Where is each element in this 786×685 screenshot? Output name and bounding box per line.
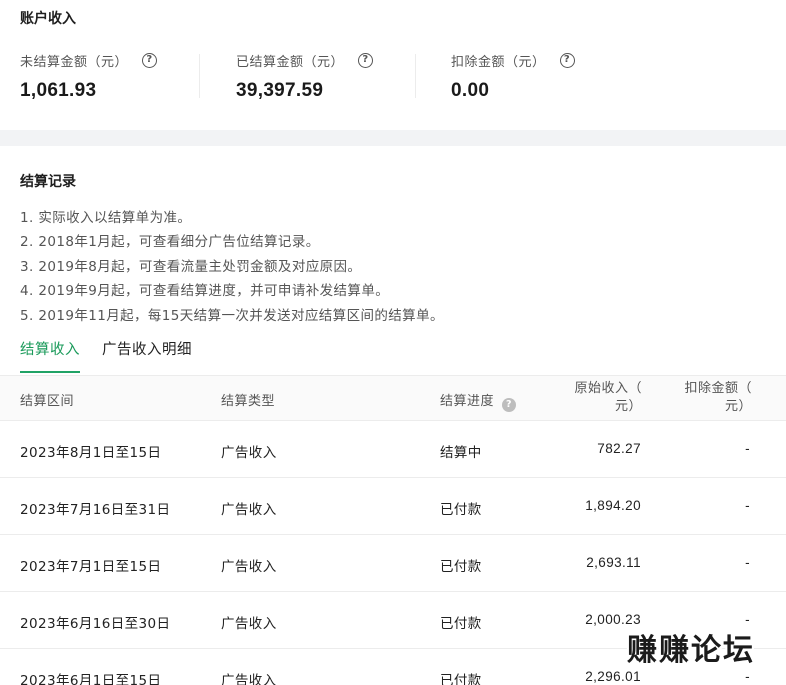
note-item: 4. 2019年9月起，可查看结算进度，并可申请补发结算单。: [20, 283, 390, 300]
cell-type: 广告收入: [221, 673, 277, 685]
cell-progress: 结算中: [440, 445, 482, 461]
cell-original-income: 782.27: [597, 441, 641, 456]
unsettled-amount-label: 未结算金额（元）: [20, 54, 129, 70]
unsettled-amount-value: 1,061.93: [20, 80, 97, 101]
forum-watermark: 赚赚论坛: [627, 633, 755, 668]
table-row: 2023年7月16日至31日 广告收入 已付款 1,894.20 -: [0, 477, 786, 534]
note-item: 2. 2018年1月起，可查看细分广告位结算记录。: [20, 234, 320, 251]
cell-progress: 已付款: [440, 559, 482, 575]
cell-deduction: -: [745, 669, 750, 684]
table-row: 2023年7月1日至15日 广告收入 已付款 2,693.11 -: [0, 534, 786, 591]
header-period[interactable]: 结算区间: [20, 390, 74, 409]
deducted-amount-value: 0.00: [451, 80, 490, 101]
cell-period: 2023年7月1日至15日: [20, 559, 162, 575]
help-icon[interactable]: ?: [358, 52, 374, 68]
cell-period: 2023年7月16日至31日: [20, 502, 171, 518]
cell-type: 广告收入: [221, 445, 277, 461]
cell-period: 2023年6月1日至15日: [20, 673, 162, 685]
cell-deduction: -: [745, 441, 750, 456]
deducted-amount-label: 扣除金额（元）: [451, 54, 546, 70]
table-row: 2023年8月1日至15日 广告收入 结算中 782.27 -: [0, 420, 786, 477]
settlement-records-card: 结算记录 1. 实际收入以结算单为准。 2. 2018年1月起，可查看细分广告位…: [0, 146, 786, 685]
header-progress-label: 结算进度: [440, 394, 495, 409]
cell-original-income: 1,894.20: [585, 498, 641, 513]
cell-deduction: -: [745, 498, 750, 513]
cell-type: 广告收入: [221, 616, 277, 632]
note-item: 5. 2019年11月起，每15天结算一次并发送对应结算区间的结算单。: [20, 307, 444, 324]
help-icon[interactable]: ?: [142, 52, 158, 68]
account-income-card: 账户收入 未结算金额（元） ? 1,061.93 已结算金额（元） ? 39,3…: [0, 0, 786, 130]
cell-progress: 已付款: [440, 616, 482, 632]
table-header: 结算区间 结算类型 结算进度? 原始收入（ 元） 扣除金额（ 元）: [0, 376, 786, 420]
tab-ad-income-detail[interactable]: 广告收入明细: [102, 338, 192, 374]
cell-original-income: 2,296.01: [585, 669, 641, 684]
settlement-notes: 1. 实际收入以结算单为准。 2. 2018年1月起，可查看细分广告位结算记录。…: [20, 206, 444, 328]
cell-type: 广告收入: [221, 502, 277, 518]
cell-deduction: -: [745, 555, 750, 570]
deducted-amount-stat: 扣除金额（元） ? 0.00: [451, 51, 651, 102]
cell-original-income: 2,000.23: [585, 612, 641, 627]
header-type[interactable]: 结算类型: [221, 390, 275, 409]
settled-amount-value: 39,397.59: [236, 80, 324, 101]
settled-amount-stat: 已结算金额（元） ? 39,397.59: [236, 51, 436, 102]
cell-period: 2023年6月16日至30日: [20, 616, 171, 632]
note-item: 1. 实际收入以结算单为准。: [20, 210, 192, 226]
cell-original-income: 2,693.11: [586, 555, 641, 570]
header-progress: 结算进度?: [440, 390, 517, 412]
settlement-records-title: 结算记录: [20, 174, 76, 190]
stat-divider: [415, 54, 416, 98]
cell-type: 广告收入: [221, 559, 277, 575]
header-deduction[interactable]: 扣除金额（ 元）: [660, 380, 752, 416]
cell-progress: 已付款: [440, 673, 482, 685]
stat-divider: [199, 54, 200, 98]
settled-amount-label: 已结算金额（元）: [236, 54, 345, 70]
unsettled-amount-stat: 未结算金额（元） ? 1,061.93: [20, 51, 220, 102]
header-original-income[interactable]: 原始收入（ 元）: [548, 380, 642, 416]
help-icon[interactable]: ?: [502, 397, 517, 412]
settlement-tabs: 结算收入 广告收入明细: [20, 338, 214, 374]
cell-period: 2023年8月1日至15日: [20, 445, 162, 461]
cell-progress: 已付款: [440, 502, 482, 518]
note-item: 3. 2019年8月起，可查看流量主处罚金额及对应原因。: [20, 258, 362, 275]
help-icon[interactable]: ?: [559, 52, 575, 68]
account-income-title: 账户收入: [20, 11, 76, 27]
tab-settlement-income[interactable]: 结算收入: [20, 338, 80, 374]
